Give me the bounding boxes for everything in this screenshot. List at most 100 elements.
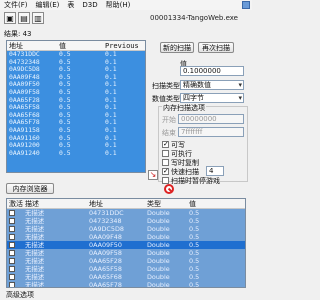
address-row[interactable]: 无描述 04732348 Double 0.5 (7, 217, 245, 225)
result-row[interactable]: 0AA65F78 0.5 0.1 (7, 119, 145, 127)
new-scan-button[interactable]: 新的扫描 (160, 42, 194, 53)
address-row-active[interactable] (7, 265, 23, 273)
active-checkbox[interactable] (9, 282, 15, 287)
next-scan-button[interactable]: 再次扫描 (198, 42, 234, 53)
address-row[interactable]: 无描述 0AA09F50 Double 0.5 (7, 241, 245, 249)
result-row[interactable]: 0AA09F48 0.5 0.1 (7, 74, 145, 82)
scan-type-select[interactable]: 精确数值 (180, 80, 244, 90)
result-row[interactable]: 0AA09F58 0.5 0.1 (7, 89, 145, 97)
writable-checkbox[interactable] (162, 140, 169, 148)
address-row-active[interactable] (7, 217, 23, 225)
fast-scan-checkbox[interactable] (162, 167, 169, 175)
menu-d3d[interactable]: D3D (82, 1, 97, 9)
address-row-active[interactable] (7, 233, 23, 241)
result-value: 0.5 (59, 142, 71, 150)
address-row-type: Double (147, 249, 170, 257)
result-row[interactable]: 04732348 0.5 0.1 (7, 59, 145, 67)
address-row-active[interactable] (7, 257, 23, 265)
active-checkbox[interactable] (9, 242, 15, 248)
address-row-active[interactable] (7, 249, 23, 257)
menu-edit[interactable]: 编辑(E) (36, 0, 60, 10)
address-row-active[interactable] (7, 273, 23, 281)
address-row[interactable]: 无描述 0A9DC5D8 Double 0.5 (7, 225, 245, 233)
active-checkbox[interactable] (9, 210, 15, 216)
col-description[interactable]: 描述 (23, 199, 87, 208)
address-row[interactable]: 无描述 0AA09F58 Double 0.5 (7, 249, 245, 257)
result-row[interactable]: 0AA65F68 0.5 0.1 (7, 112, 145, 120)
address-row-description: 无描述 (25, 257, 45, 265)
start-label: 开始 (162, 116, 176, 124)
executable-checkbox[interactable] (162, 150, 169, 157)
result-row[interactable]: 0AA91158 0.5 0.1 (7, 127, 145, 135)
fast-scan-input[interactable]: 4 (206, 166, 224, 176)
active-checkbox[interactable] (9, 258, 15, 264)
address-row-value: 0.5 (189, 241, 200, 249)
col-addr[interactable]: 地址 (87, 199, 145, 208)
address-row-active[interactable] (7, 281, 23, 287)
col-active[interactable]: 激活 (7, 199, 23, 208)
arrow-icon[interactable]: ↘ (148, 170, 158, 180)
advanced-options-link[interactable]: 高级选项 (6, 290, 34, 300)
result-row[interactable]: 0A9DC5D8 0.5 0.1 (7, 66, 145, 74)
result-address: 04732348 (9, 58, 40, 66)
value-type-select[interactable]: 四字节 (180, 93, 244, 103)
result-address: 0AA91200 (9, 142, 40, 150)
result-row[interactable]: 0AA65F28 0.5 0.1 (7, 97, 145, 105)
address-row[interactable]: 无描述 0AA65F28 Double 0.5 (7, 257, 245, 265)
active-checkbox[interactable] (9, 226, 15, 232)
result-row[interactable]: 0AA09F50 0.5 0.1 (7, 81, 145, 89)
address-row[interactable]: 无描述 0AA65F78 Double 0.5 (7, 281, 245, 287)
result-row[interactable]: 0AA91240 0.5 0.1 (7, 150, 145, 158)
result-row[interactable]: 0AA65F58 0.5 0.1 (7, 104, 145, 112)
address-row-description: 无描述 (25, 241, 45, 249)
col-type[interactable]: 类型 (145, 199, 187, 208)
address-row-value: 0.5 (189, 273, 200, 281)
col-previous[interactable]: Previous (103, 41, 145, 50)
address-row[interactable]: 无描述 04731DDC Double 0.5 (7, 209, 245, 217)
menu-file[interactable]: 文件(F) (4, 0, 28, 10)
address-row-address: 0A9DC5D8 (89, 225, 124, 233)
value-input[interactable]: 0.1000000 (180, 66, 244, 76)
active-checkbox[interactable] (9, 234, 15, 240)
result-row[interactable]: 0AA91160 0.5 0.1 (7, 135, 145, 143)
address-row[interactable]: 无描述 0AA09F48 Double 0.5 (7, 233, 245, 241)
address-list[interactable]: 激活 描述 地址 类型 值 无描述 04731DDC Double 0.5 无描述 047… (6, 198, 246, 288)
address-list-body[interactable]: 无描述 04731DDC Double 0.5 无描述 04732348 Double 0.5… (7, 209, 245, 287)
result-previous: 0.1 (105, 126, 117, 134)
start-input[interactable]: 00000000 (178, 114, 244, 124)
active-checkbox[interactable] (9, 266, 15, 272)
result-row[interactable]: 04731DDC 0.5 0.1 (7, 51, 145, 59)
menu-table[interactable]: 表 (67, 0, 74, 10)
memory-view-button[interactable]: 内存浏览器 (6, 183, 54, 194)
active-checkbox[interactable] (9, 218, 15, 224)
address-row-active[interactable] (7, 225, 23, 233)
result-address: 0AA09F50 (9, 81, 40, 89)
active-checkbox[interactable] (9, 250, 15, 256)
pause-game-checkbox[interactable] (162, 177, 169, 184)
address-row-value: 0.5 (189, 233, 200, 241)
col-val[interactable]: 值 (187, 199, 245, 208)
address-row[interactable]: 无描述 0AA65F58 Double 0.5 (7, 265, 245, 273)
computer-icon[interactable]: ▣ (4, 12, 16, 24)
address-row-active[interactable] (7, 241, 23, 249)
address-row[interactable]: 无描述 0AA65F68 Double 0.5 (7, 273, 245, 281)
window-icon (242, 1, 250, 9)
results-list[interactable]: 地址 值 Previous 04731DDC 0.5 0.1 04732348 0.5 0… (6, 40, 146, 173)
stop-input[interactable]: 7fffffff (178, 127, 244, 137)
address-row-description: 无描述 (25, 225, 45, 233)
folder-icon[interactable]: ▤ (18, 12, 30, 24)
save-icon[interactable]: ▥ (32, 12, 44, 24)
address-row-description: 无描述 (25, 217, 45, 225)
menu-help[interactable]: 帮助(H) (106, 0, 131, 10)
active-checkbox[interactable] (9, 274, 15, 280)
col-address[interactable]: 地址 (7, 41, 57, 50)
copy-on-write-checkbox[interactable] (162, 159, 169, 166)
results-body[interactable]: 04731DDC 0.5 0.1 04732348 0.5 0.1 0A9DC5D8 0.5 0… (7, 51, 145, 172)
address-row-type: Double (147, 233, 170, 241)
result-previous: 0.1 (105, 58, 117, 66)
address-row-description: 无描述 (25, 249, 45, 257)
result-row[interactable]: 0AA91200 0.5 0.1 (7, 142, 145, 150)
no-icon[interactable] (164, 184, 174, 194)
address-row-active[interactable] (7, 209, 23, 217)
col-value[interactable]: 值 (57, 41, 103, 50)
